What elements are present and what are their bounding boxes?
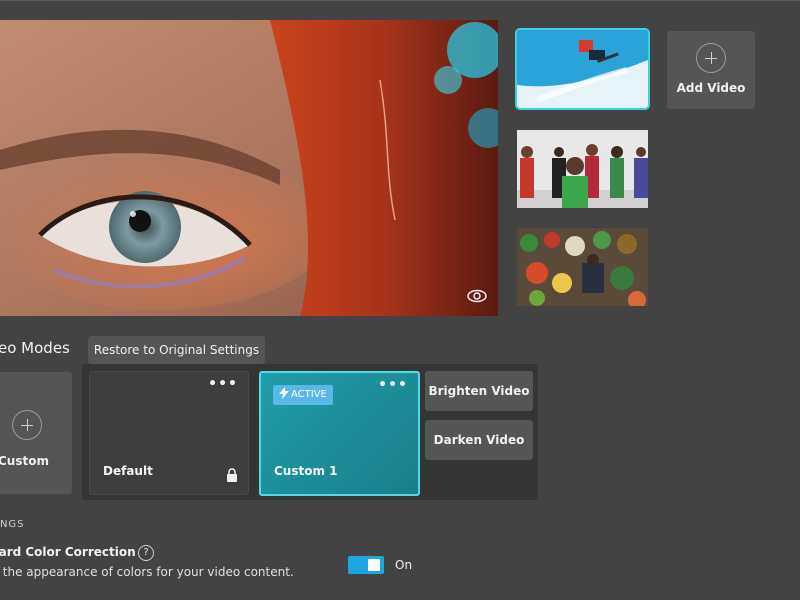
lock-icon (226, 467, 238, 486)
thumbnail-group[interactable] (517, 130, 648, 208)
thumbnail-market[interactable] (517, 228, 648, 306)
more-options-icon[interactable]: ••• (378, 377, 408, 393)
mode-card-name: Custom 1 (274, 464, 338, 478)
new-custom-mode-button[interactable]: Custom (0, 372, 72, 494)
color-correction-description: st the appearance of colors for your vid… (0, 565, 294, 579)
darken-video-button[interactable]: Darken Video (425, 420, 533, 460)
active-badge-label: ACTIVE (291, 389, 327, 400)
plus-icon (696, 43, 726, 73)
toggle-knob (368, 559, 380, 571)
brighten-video-button[interactable]: Brighten Video (425, 371, 533, 411)
video-modes-title: eo Modes (0, 339, 70, 357)
thumbnail-image (517, 130, 648, 208)
help-icon[interactable]: ? (138, 545, 154, 561)
thumbnail-image (517, 228, 648, 306)
compare-eye-icon[interactable] (466, 288, 488, 304)
mode-card-name: Default (103, 464, 153, 478)
add-video-button[interactable]: Add Video (667, 31, 755, 109)
lightning-icon (279, 387, 289, 399)
toggle-state-label: On (395, 558, 413, 572)
plus-icon (12, 410, 42, 440)
active-badge: ACTIVE (273, 385, 333, 405)
thumbnail-image (517, 30, 648, 108)
top-divider (0, 0, 800, 1)
color-correction-toggle[interactable] (348, 556, 384, 574)
settings-section-header: INGS (0, 519, 25, 530)
more-options-icon[interactable]: ••• (208, 376, 238, 392)
add-video-label: Add Video (676, 81, 746, 95)
color-correction-title: dard Color Correction (0, 545, 136, 559)
mode-card-default[interactable]: ••• Default (89, 371, 249, 495)
thumbnail-snowboard[interactable] (515, 28, 650, 110)
preview-image (0, 20, 498, 316)
new-custom-label: Custom (0, 454, 49, 468)
video-preview[interactable] (0, 20, 498, 316)
mode-card-custom-1[interactable]: ACTIVE ••• Custom 1 (259, 371, 420, 496)
restore-original-settings-button[interactable]: Restore to Original Settings (88, 336, 265, 364)
